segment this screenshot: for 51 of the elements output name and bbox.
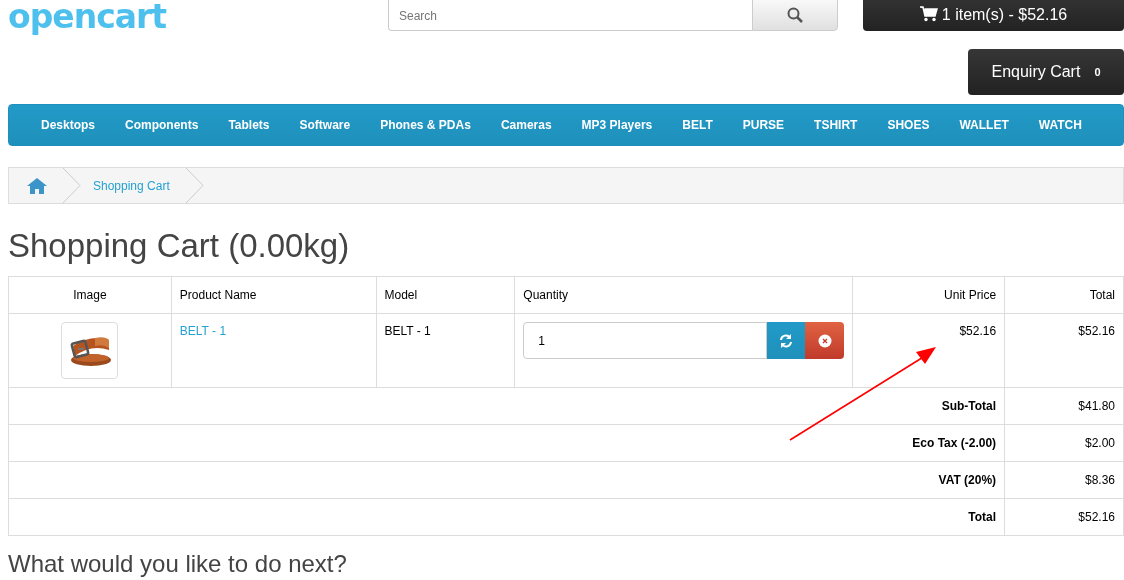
menu-link[interactable]: Phones & PDAs [365, 116, 486, 134]
total-label: Sub-Total [8, 387, 1005, 425]
chevron-separator-icon [63, 168, 81, 203]
total-value: $2.00 [1004, 424, 1124, 462]
column-header: Quantity [514, 276, 853, 314]
menu-link[interactable]: PURSE [727, 116, 800, 134]
menu-link[interactable]: Software [284, 116, 366, 134]
column-header: Unit Price [852, 276, 1005, 314]
remove-button[interactable] [805, 322, 845, 359]
search-icon [787, 7, 803, 24]
count-label: 0 [1094, 64, 1101, 80]
menu-link[interactable]: BELT [667, 116, 728, 134]
column-header: Product Name [171, 276, 376, 314]
menu-link[interactable]: MP3 Players [566, 116, 668, 134]
refresh-icon [779, 334, 794, 349]
chevron-separator-icon [185, 168, 204, 203]
menu-link[interactable]: Desktops [26, 116, 111, 134]
page-title: Shopping Cart (0.00kg) [8, 226, 351, 266]
total-value: $52.16 [1004, 498, 1124, 536]
total-label: Total [8, 498, 1005, 536]
section-heading: What would you like to do next? [8, 550, 348, 579]
remove-icon [817, 334, 832, 349]
logo[interactable]: opencart [8, 0, 167, 36]
total-value: $41.80 [1004, 387, 1124, 425]
menu-link[interactable]: Cameras [485, 116, 567, 134]
product-link[interactable]: BELT - 1 [179, 324, 227, 338]
menu-link[interactable]: WALLET [944, 116, 1024, 134]
menu-link[interactable]: WATCH [1023, 116, 1097, 134]
button-label: Enquiry Cart [991, 62, 1081, 82]
column-header: Model [376, 276, 515, 314]
enquiry-cart-button[interactable]: Enquiry Cart 0 [968, 49, 1124, 95]
menu-link[interactable]: Tablets [213, 116, 285, 134]
cart-icon [919, 5, 938, 22]
column-header: Image [8, 276, 172, 314]
total-label: Eco Tax (-2.00) [8, 424, 1005, 462]
menu-link[interactable]: Components [110, 116, 214, 134]
menu-link[interactable]: SHOES [872, 116, 945, 134]
update-button[interactable] [767, 322, 806, 359]
search-button[interactable] [752, 0, 838, 31]
search-field[interactable]: Search [388, 0, 752, 31]
column-header: Total [1004, 276, 1124, 314]
quantity-field[interactable]: 1 [523, 322, 768, 359]
home-icon [27, 177, 47, 194]
menu-link[interactable]: TSHIRT [799, 116, 873, 134]
cart-button[interactable]: 1 item(s) - $52.16 [863, 0, 1124, 31]
table-cell: $52.16 [1004, 313, 1124, 388]
product-thumbnail[interactable] [61, 322, 119, 379]
total-label: VAT (20%) [8, 461, 1005, 499]
breadcrumb-link[interactable]: Shopping Cart [81, 168, 190, 203]
table-cell: BELT - 1 [376, 313, 515, 388]
total-value: $8.36 [1004, 461, 1124, 499]
